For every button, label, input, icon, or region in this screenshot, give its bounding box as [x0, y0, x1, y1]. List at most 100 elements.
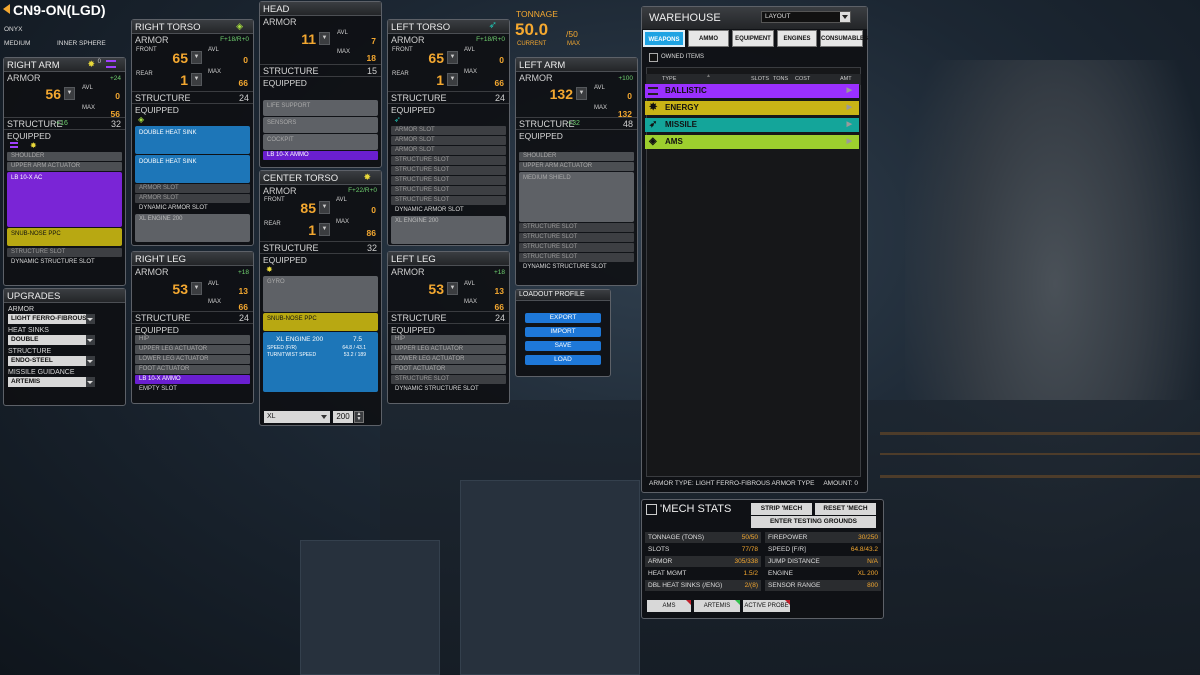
slot-structure[interactable]: STRUCTURE SLOT [391, 196, 506, 205]
back-arrow-icon[interactable] [3, 4, 10, 14]
slot-life-support[interactable]: LIFE SUPPORT [263, 100, 378, 116]
save-button[interactable]: SAVE [525, 341, 601, 351]
slot-upper-leg-actuator[interactable]: UPPER LEG ACTUATOR [391, 345, 506, 354]
tab-engines[interactable]: ENGINES [777, 30, 817, 47]
slot-structure[interactable]: STRUCTURE SLOT [391, 375, 506, 384]
item-xl-engine-200[interactable]: XL ENGINE 200 7.5 SPEED (F/R) 64.8 / 43.… [263, 332, 378, 392]
slot-foot-actuator[interactable]: FOOT ACTUATOR [135, 365, 250, 374]
armor-spinner-icon[interactable]: ▼ [319, 32, 330, 45]
slot-armor[interactable]: ARMOR SLOT [135, 194, 250, 203]
front-spinner-icon[interactable]: ▼ [319, 201, 330, 214]
slot-shoulder[interactable]: SHOULDER [7, 152, 122, 161]
weapon-category-energy[interactable]: ✸ ENERGY ▶ [645, 101, 859, 115]
slot-structure[interactable]: STRUCTURE SLOT [391, 186, 506, 195]
import-button[interactable]: IMPORT [525, 327, 601, 337]
reset-mech-button[interactable]: RESET 'MECH [815, 503, 876, 515]
equipped-label: EQUIPPED [263, 255, 307, 265]
rear-spinner-icon[interactable]: ▼ [319, 223, 330, 236]
rear-spinner-icon[interactable]: ▼ [191, 73, 202, 86]
slot-armor[interactable]: ARMOR SLOT [391, 136, 506, 145]
slot-cockpit[interactable]: COCKPIT [263, 134, 378, 150]
badge-active-probe[interactable]: ACTIVE PROBE [743, 600, 790, 612]
item-xl-engine[interactable]: XL ENGINE 200 [391, 216, 506, 244]
item-lb10x-ac[interactable]: LB 10-X AC [7, 172, 122, 227]
front-spinner-icon[interactable]: ▼ [191, 51, 202, 64]
slot-armor[interactable]: ARMOR SLOT [135, 184, 250, 193]
slot-dynamic-structure[interactable]: DYNAMIC STRUCTURE SLOT [7, 258, 122, 267]
weapon-category-ballistic[interactable]: BALLISTIC ▶ [645, 84, 859, 98]
armor-spinner-icon[interactable]: ▼ [191, 282, 202, 295]
slot-lower-leg-actuator[interactable]: LOWER LEG ACTUATOR [391, 355, 506, 364]
weapon-category-missile[interactable]: ➶ MISSILE ▶ [645, 118, 859, 132]
tab-ammo[interactable]: AMMO [688, 30, 729, 47]
slot-armor[interactable]: ARMOR SLOT [391, 126, 506, 135]
slot-dynamic-armor[interactable]: DYNAMIC ARMOR SLOT [135, 204, 250, 213]
structure-value: 24 [494, 313, 505, 323]
engine-type-dropdown[interactable]: XL [264, 411, 330, 423]
armor-spinner-icon[interactable]: ▼ [447, 282, 458, 295]
layout-dropdown[interactable]: LAYOUT [761, 11, 851, 23]
guidance-dropdown[interactable]: ARTEMIS [8, 377, 95, 387]
strip-mech-button[interactable]: STRIP 'MECH [751, 503, 812, 515]
front-spinner-icon[interactable]: ▼ [447, 51, 458, 64]
slot-gyro[interactable]: GYRO [263, 276, 378, 312]
slot-structure[interactable]: STRUCTURE SLOT [391, 156, 506, 165]
armor-spinner-icon[interactable]: ▼ [64, 87, 75, 100]
armor-type-dropdown[interactable]: LIGHT FERRO-FIBROUS [8, 314, 95, 324]
rear-spinner-icon[interactable]: ▼ [447, 73, 458, 86]
tab-equipment[interactable]: EQUIPMENT [732, 30, 774, 47]
slot-shoulder[interactable]: SHOULDER [519, 152, 634, 161]
right-leg-panel: RIGHT LEG ARMOR +18 53 ▼ AVL 13 MAX 66 S… [131, 251, 254, 404]
engine-rating-stepper-icon[interactable]: ▲ ▼ [354, 411, 364, 423]
item-double-heat-sink[interactable]: DOUBLE HEAT SINK [135, 126, 250, 154]
owned-items-checkbox[interactable] [649, 53, 658, 62]
badge-artemis[interactable]: ARTEMIS [694, 600, 740, 612]
slot-structure[interactable]: STRUCTURE SLOT [391, 176, 506, 185]
slot-upper-arm-actuator[interactable]: UPPER ARM ACTUATOR [519, 162, 634, 171]
slot-dynamic-structure[interactable]: DYNAMIC STRUCTURE SLOT [519, 263, 634, 272]
armor-spinner-icon[interactable]: ▼ [576, 87, 587, 100]
right-leg-structure: STRUCTURE 24 [132, 311, 253, 323]
slot-lower-leg-actuator[interactable]: LOWER LEG ACTUATOR [135, 355, 250, 364]
slot-sensors[interactable]: SENSORS [263, 117, 378, 133]
item-lb10x-ammo[interactable]: LB 10-X AMMO [135, 375, 250, 384]
slot-empty[interactable]: EMPTY SLOT [135, 385, 250, 394]
max-value: 86 [366, 228, 376, 238]
heat-sink-dropdown[interactable]: DOUBLE [8, 335, 95, 345]
slot-dynamic-armor[interactable]: DYNAMIC ARMOR SLOT [391, 206, 506, 215]
slot-structure[interactable]: STRUCTURE SLOT [391, 166, 506, 175]
slot-structure[interactable]: STRUCTURE SLOT [519, 253, 634, 262]
slot-hip[interactable]: HIP [391, 335, 506, 344]
slot-structure[interactable]: STRUCTURE SLOT [519, 243, 634, 252]
armor-label: ARMOR [135, 267, 169, 277]
engine-rating-input[interactable]: 200 [333, 411, 353, 423]
export-button[interactable]: EXPORT [525, 313, 601, 323]
slot-upper-leg-actuator[interactable]: UPPER LEG ACTUATOR [135, 345, 250, 354]
structure-dropdown[interactable]: ENDO-STEEL [8, 356, 95, 366]
weapon-category-ams[interactable]: ◈ AMS ▶ [645, 135, 859, 149]
slot-armor[interactable]: ARMOR SLOT [391, 146, 506, 155]
load-button[interactable]: LOAD [525, 355, 601, 365]
slot-structure[interactable]: STRUCTURE SLOT [519, 223, 634, 232]
tab-weapons[interactable]: WEAPONS [643, 30, 685, 47]
slot-dynamic-structure[interactable]: DYNAMIC STRUCTURE SLOT [391, 385, 506, 394]
slot-hip[interactable]: HIP [135, 335, 250, 344]
avl-label: AVL [464, 281, 475, 287]
tab-consumables[interactable]: CONSUMABLES [820, 30, 868, 47]
slot-foot-actuator[interactable]: FOOT ACTUATOR [391, 365, 506, 374]
item-medium-shield[interactable]: MEDIUM SHIELD [519, 172, 634, 222]
item-snub-nose-ppc[interactable]: SNUB-NOSE PPC [263, 313, 378, 331]
avl-label: AVL [336, 197, 347, 203]
slot-structure[interactable]: STRUCTURE SLOT [519, 233, 634, 242]
badge-ams[interactable]: AMS [647, 600, 691, 612]
right-torso-front: FRONT 65 ▼ AVL 0 [132, 47, 253, 69]
stat-firepower: FIREPOWER 30/250 [765, 532, 881, 543]
item-snub-nose-ppc[interactable]: SNUB-NOSE PPC [7, 228, 122, 246]
item-lb10x-ammo[interactable]: LB 10-X AMMO [263, 151, 378, 160]
loadout-title: LOADOUT PROFILE [516, 290, 610, 301]
item-double-heat-sink[interactable]: DOUBLE HEAT SINK [135, 155, 250, 183]
enter-testing-grounds-button[interactable]: ENTER TESTING GROUNDS [751, 516, 876, 528]
slot-structure[interactable]: STRUCTURE SLOT [7, 248, 122, 257]
slot-upper-arm-actuator[interactable]: UPPER ARM ACTUATOR [7, 162, 122, 171]
item-xl-engine[interactable]: XL ENGINE 200 [135, 214, 250, 242]
